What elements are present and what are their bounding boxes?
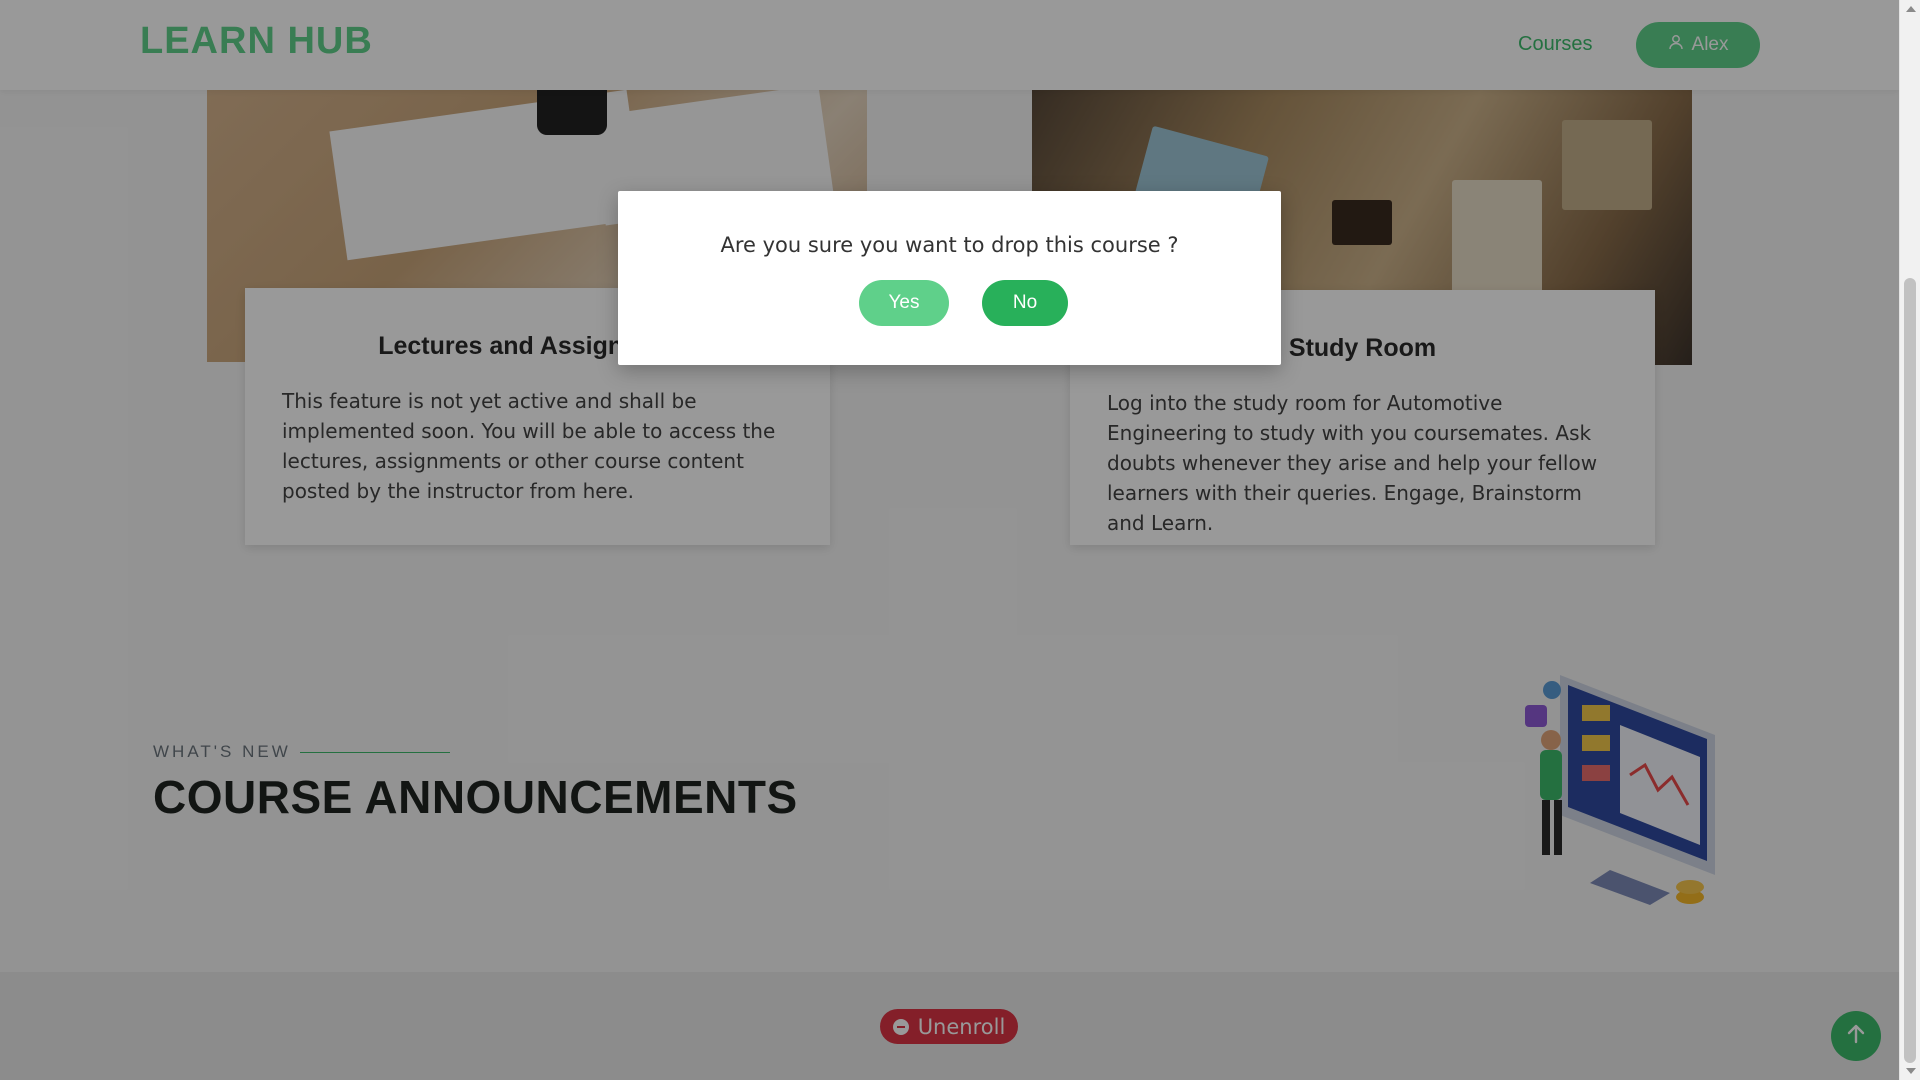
vertical-scrollbar[interactable]: [1899, 0, 1920, 1080]
scroll-up-arrow-icon[interactable]: [1906, 6, 1916, 12]
scrollbar-thumb[interactable]: [1904, 278, 1916, 1063]
drop-course-dialog: Are you sure you want to drop this cours…: [618, 191, 1281, 365]
dialog-message: Are you sure you want to drop this cours…: [720, 233, 1179, 257]
modal-backdrop[interactable]: [0, 0, 1899, 1080]
scroll-down-arrow-icon[interactable]: [1906, 1068, 1916, 1074]
page: LEARN HUB Courses Alex Lectures and Assi…: [0, 0, 1899, 1080]
confirm-no-button[interactable]: No: [982, 280, 1068, 326]
confirm-yes-button[interactable]: Yes: [859, 280, 949, 326]
